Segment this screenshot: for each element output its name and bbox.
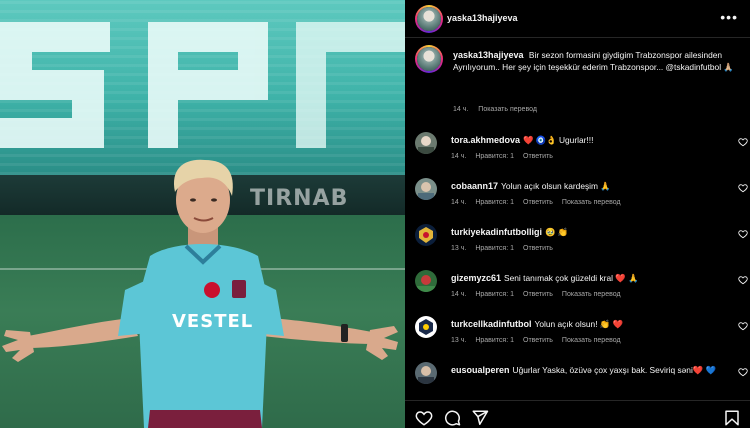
- see-translation-link[interactable]: Показать перевод: [562, 199, 621, 206]
- reply-link[interactable]: Ответить: [523, 199, 553, 206]
- reply-link[interactable]: Ответить: [523, 153, 553, 160]
- player-figure: [2, 159, 398, 428]
- comment-text: 🥹 👏: [545, 227, 569, 237]
- comment-text: Seni tanımak çok güzeldi kral ❤️ 🙏: [504, 273, 639, 283]
- author-username[interactable]: yaska13hajiyeva: [447, 13, 518, 23]
- see-translation-link[interactable]: Показать перевод: [562, 291, 621, 298]
- commenter-username[interactable]: turkcellkadinfutbol: [451, 319, 532, 329]
- post-details-panel: yaska13hajiyeva ••• yaska13hajiyeva Bir …: [405, 0, 750, 428]
- caption-author-avatar[interactable]: [415, 45, 443, 73]
- caption-meta: 14 ч. Показать перевод: [453, 106, 545, 113]
- caption-text-block: yaska13hajiyeva Bir sezon formasini giyd…: [453, 49, 743, 73]
- comment-heart-icon[interactable]: [738, 321, 748, 331]
- commenter-username[interactable]: turkiyekadinfutbolligi: [451, 227, 542, 237]
- comment-likes[interactable]: Нравится: 1: [475, 199, 514, 206]
- avatar-image: [417, 47, 441, 71]
- bookmark-icon[interactable]: [723, 409, 741, 427]
- comment-heart-icon[interactable]: [738, 367, 748, 377]
- comment-likes[interactable]: Нравится: 1: [475, 245, 514, 252]
- comment-icon[interactable]: [443, 409, 461, 427]
- commenter-username[interactable]: tora.akhmedova: [451, 135, 520, 145]
- comment-text: ❤️ 🧿👌 Ugurlar!!!: [523, 135, 594, 145]
- heart-icon[interactable]: [415, 409, 433, 427]
- comment-item: gizemyzc61 Seni tanımak çok güzeldi kral …: [415, 270, 750, 316]
- comment-likes[interactable]: Нравится: 1: [475, 153, 514, 160]
- comment-item: cobaann17 Yolun açık olsun kardeşim 🙏 14 …: [415, 178, 750, 224]
- comment-heart-icon[interactable]: [738, 229, 748, 239]
- comment-item: turkiyekadinfutbolligi 🥹 👏 13 ч. Нравится:…: [415, 224, 750, 270]
- commenter-avatar[interactable]: [415, 132, 437, 154]
- caption-time: 14 ч.: [453, 106, 469, 113]
- comment-time: 13 ч.: [451, 337, 467, 344]
- reply-link[interactable]: Ответить: [523, 337, 553, 344]
- comment-time: 14 ч.: [451, 153, 467, 160]
- share-icon[interactable]: [471, 409, 489, 427]
- commenter-avatar[interactable]: [415, 224, 437, 246]
- comment-likes[interactable]: Нравится: 1: [475, 337, 514, 344]
- comment-text: Yolun açık olsun kardeşim 🙏: [501, 181, 611, 191]
- caption-username[interactable]: yaska13hajiyeva: [453, 50, 524, 60]
- shirt-sponsor-text: VESTEL: [172, 311, 254, 332]
- see-translation-link[interactable]: Показать перевод: [562, 337, 621, 344]
- see-translation-link[interactable]: Показать перевод: [478, 106, 537, 113]
- comment-heart-icon[interactable]: [738, 275, 748, 285]
- comment-item: tora.akhmedova ❤️ 🧿👌 Ugurlar!!! 14 ч. Нрав…: [415, 132, 750, 178]
- comment-text: Yolun açık olsun! 👏 ❤️: [534, 319, 624, 329]
- comment-heart-icon[interactable]: [738, 183, 748, 193]
- comment-time: 14 ч.: [451, 291, 467, 298]
- comment-likes[interactable]: Нравится: 1: [475, 291, 514, 298]
- commenter-username[interactable]: gizemyzc61: [451, 273, 501, 283]
- comment-text: Uğurlar Yaska, özüvə çox yaxşı bak. Sevi…: [512, 365, 717, 375]
- comment-time: 14 ч.: [451, 199, 467, 206]
- comment-time: 13 ч.: [451, 245, 467, 252]
- commenter-avatar[interactable]: [415, 362, 437, 384]
- post-header: yaska13hajiyeva •••: [405, 0, 750, 38]
- reply-link[interactable]: Ответить: [523, 291, 553, 298]
- reply-link[interactable]: Ответить: [523, 245, 553, 252]
- author-avatar[interactable]: [415, 5, 443, 33]
- commenter-avatar[interactable]: [415, 316, 437, 338]
- action-bar: [405, 400, 750, 428]
- commenter-avatar[interactable]: [415, 178, 437, 200]
- commenter-avatar[interactable]: [415, 270, 437, 292]
- post-photo[interactable]: TIRNAB VESTEL: [0, 0, 405, 428]
- comment-heart-icon[interactable]: [738, 137, 748, 147]
- more-options-icon[interactable]: •••: [720, 9, 738, 25]
- comment-item: turkcellkadinfutbol Yolun açık olsun! 👏 ❤…: [415, 316, 750, 362]
- commenter-username[interactable]: cobaann17: [451, 181, 498, 191]
- avatar-image: [417, 7, 441, 31]
- commenter-username[interactable]: eusoualperen: [451, 365, 510, 375]
